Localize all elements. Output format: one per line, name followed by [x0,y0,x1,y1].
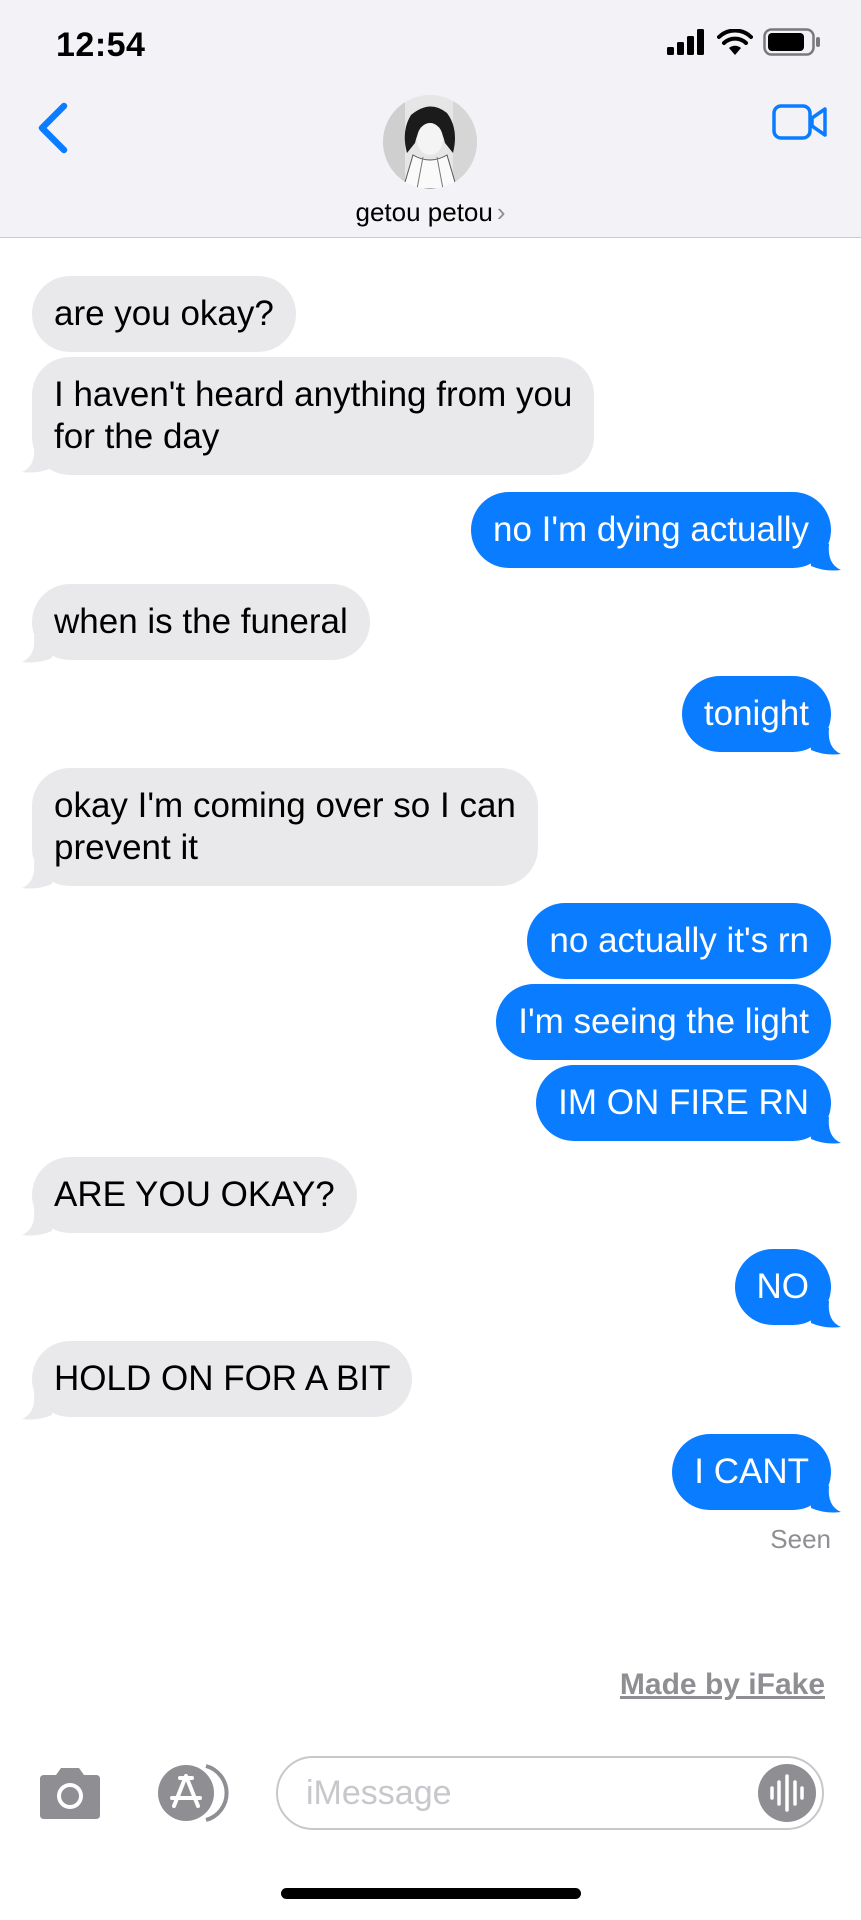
bubble-tail [811,728,841,755]
audio-message-button[interactable] [758,1764,816,1822]
status-time: 12:54 [56,26,146,64]
message-bubble-incoming[interactable]: ARE YOU OKAY? [32,1157,357,1233]
message-bubble-incoming[interactable]: are you okay? [32,276,296,352]
message-bubble-outgoing[interactable]: I CANT [672,1434,831,1510]
read-receipt: Seen [770,1524,831,1554]
bubble-tail [22,446,52,473]
contact-avatar[interactable] [383,95,477,189]
chevron-right-icon: › [496,197,506,227]
message-bubble-incoming[interactable]: HOLD ON FOR A BIT [32,1341,413,1417]
status-bar: 12:54 [0,0,861,90]
app-store-icon [158,1764,229,1822]
imessage-input[interactable]: iMessage [276,1756,824,1830]
bubble-tail [811,544,841,571]
message-bubble-incoming[interactable]: when is the funeral [32,584,370,660]
battery-icon [763,28,820,56]
chevron-left-icon [38,102,68,154]
camera-icon [40,1768,100,1819]
bubble-tail [811,1301,841,1328]
message-bubble-incoming[interactable]: I haven't heard anything from you for th… [32,357,595,475]
bubble-tail [22,636,52,663]
status-icons [667,28,821,56]
app-store-button[interactable] [150,1762,232,1824]
message-bubble-outgoing[interactable]: tonight [681,676,831,752]
video-camera-icon [772,104,827,140]
message-bubble-outgoing[interactable]: IM ON FIRE RN [536,1065,831,1141]
imessage-placeholder: iMessage [306,1774,452,1812]
wifi-icon [717,29,753,55]
contact-name: getou petou [355,197,493,227]
audio-waveform-icon [770,1774,804,1812]
message-bubble-outgoing[interactable]: no actually it's rn [527,903,831,979]
cellular-signal-icon [667,29,704,55]
message-bubble-outgoing[interactable]: I'm seeing the light [496,984,831,1060]
contact-name-button[interactable]: getou petou › [0,197,861,228]
home-indicator [281,1888,581,1899]
avatar-image [383,95,477,189]
bubble-tail [22,862,52,889]
bubble-tail [22,1393,52,1420]
facetime-video-button[interactable] [771,100,829,144]
bubble-tail [22,1209,52,1236]
bubble-tail [811,1117,841,1144]
camera-button[interactable] [34,1765,106,1821]
message-bubble-incoming[interactable]: okay I'm coming over so I can prevent it [32,768,538,886]
bubble-tail [811,1486,841,1513]
watermark-link[interactable]: Made by iFake [620,1668,825,1702]
back-button[interactable] [28,98,78,158]
message-bubble-outgoing[interactable]: no I'm dying actually [470,492,831,568]
